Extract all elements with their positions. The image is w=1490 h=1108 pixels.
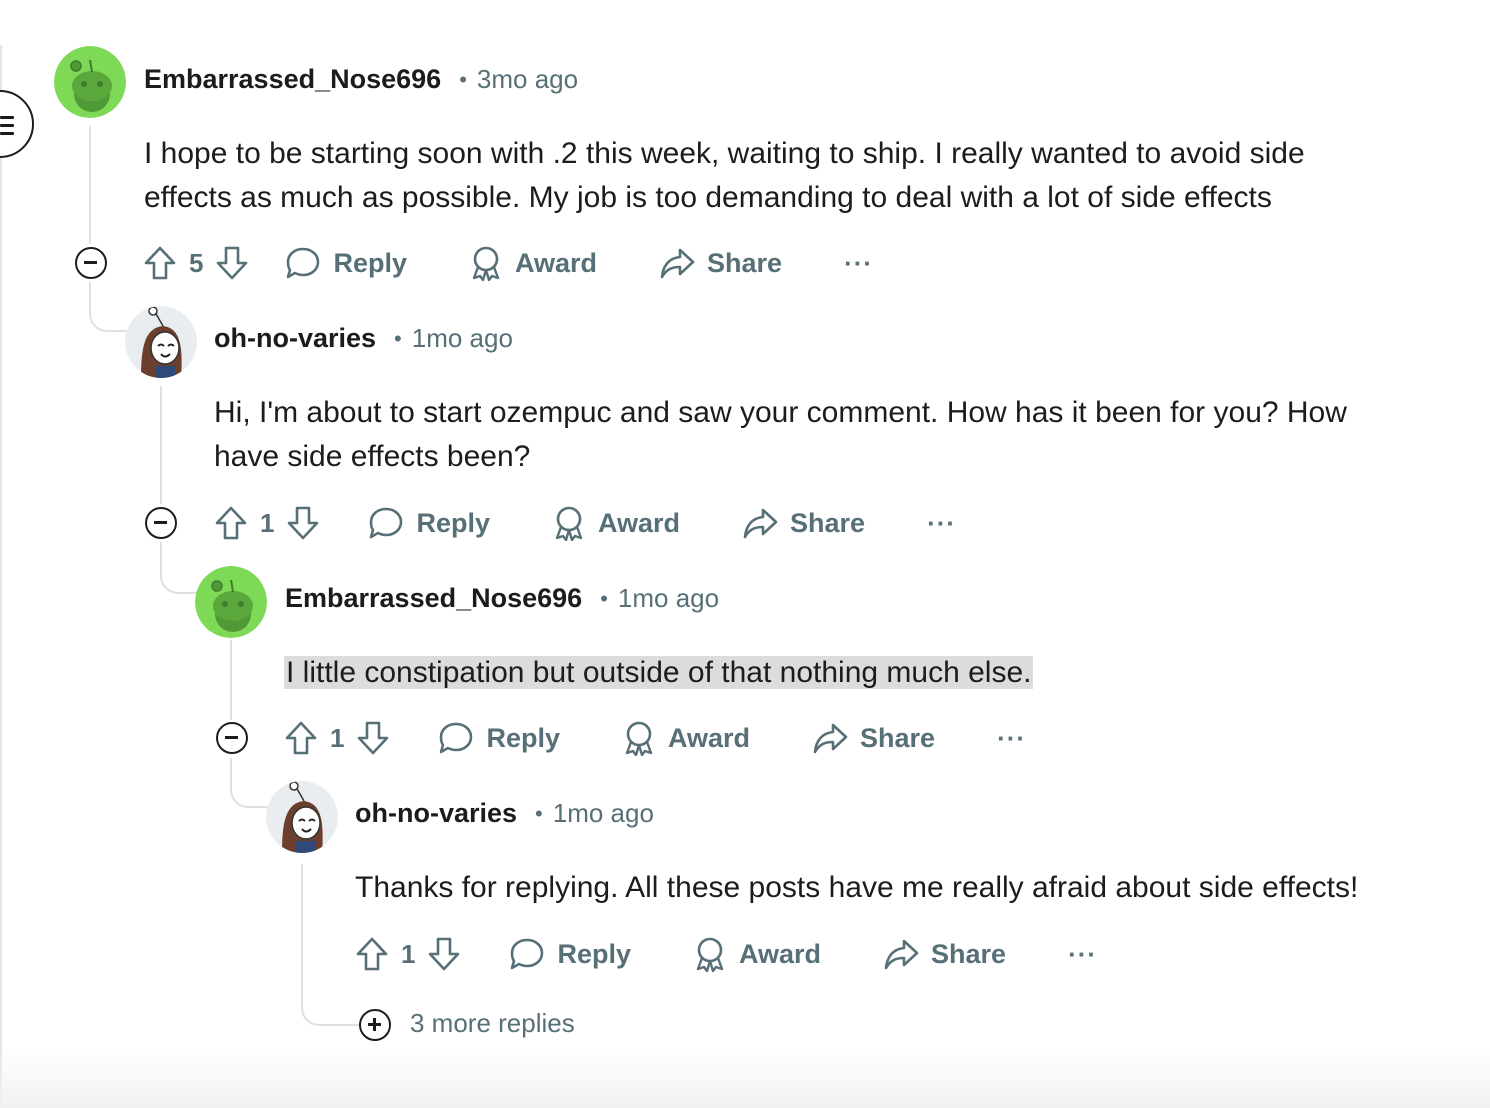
comment-text-line: Hi, I'm about to start ozempuc and saw y… (214, 396, 1347, 429)
reply-button[interactable]: Reply (509, 937, 631, 971)
comment-text-line: have side effects been? (214, 440, 531, 473)
reply-label: Reply (557, 938, 631, 969)
comment-text-line: effects as much as possible. My job is t… (144, 181, 1272, 214)
reply-label: Reply (486, 722, 560, 753)
downvote-icon[interactable] (286, 505, 320, 541)
vote-count: 1 (260, 507, 275, 538)
sidebar-toggle-button[interactable] (0, 90, 34, 158)
collapse-thread-button[interactable] (216, 722, 248, 754)
share-icon (812, 721, 848, 755)
comment-body: Thanks for replying. All these posts hav… (355, 866, 1358, 910)
share-icon (659, 246, 695, 280)
upvote-icon[interactable] (143, 245, 177, 281)
vote-count: 1 (401, 938, 416, 969)
reply-button[interactable]: Reply (285, 246, 407, 280)
downvote-icon[interactable] (215, 245, 249, 281)
comment-author[interactable]: oh-no-varies (214, 323, 376, 354)
avatar[interactable] (195, 566, 267, 638)
upvote-icon[interactable] (355, 936, 389, 972)
comment-body: Hi, I'm about to start ozempuc and saw y… (214, 391, 1347, 479)
award-icon (693, 936, 727, 972)
award-label: Award (598, 507, 681, 538)
comment-timestamp[interactable]: 1mo ago (553, 798, 654, 829)
award-icon (622, 720, 656, 756)
comment-timestamp[interactable]: 1mo ago (412, 323, 513, 354)
vote-count: 1 (330, 722, 345, 753)
comment-bubble-icon (438, 721, 474, 755)
avatar[interactable] (125, 306, 197, 378)
thread-connector (230, 758, 272, 808)
award-button[interactable]: Award (469, 245, 597, 281)
award-button[interactable]: Award (693, 936, 821, 972)
thread-connector (160, 542, 200, 594)
more-options-button[interactable]: ··· (927, 508, 956, 539)
comment-actions: 1 Reply Award Share ··· (284, 718, 1026, 758)
more-replies-link[interactable]: 3 more replies (410, 1008, 575, 1039)
thread-line (301, 864, 303, 964)
reply-label: Reply (333, 247, 407, 278)
comment-text-line: Thanks for replying. All these posts hav… (355, 871, 1359, 904)
collapse-thread-button[interactable] (145, 507, 177, 539)
share-label: Share (707, 247, 783, 278)
vote-count: 5 (189, 247, 204, 278)
comment-actions: 5 Reply Award Share ··· (143, 243, 873, 283)
reply-label: Reply (416, 507, 490, 538)
avatar[interactable] (266, 781, 338, 853)
thread-line (89, 126, 91, 244)
comment-bubble-icon (368, 506, 404, 540)
award-label: Award (668, 722, 751, 753)
collapse-thread-button[interactable] (75, 247, 107, 279)
downvote-icon[interactable] (356, 720, 390, 756)
share-button[interactable]: Share (812, 721, 935, 755)
comment-bubble-icon (509, 937, 545, 971)
thread-line (160, 386, 162, 504)
share-label: Share (790, 507, 866, 538)
meta-separator: • (394, 325, 402, 351)
downvote-icon[interactable] (427, 936, 461, 972)
more-options-button[interactable]: ··· (997, 723, 1026, 754)
meta-separator: • (535, 800, 543, 826)
left-edge-border (0, 45, 2, 1108)
upvote-icon[interactable] (214, 505, 248, 541)
award-label: Award (515, 247, 598, 278)
share-label: Share (931, 938, 1007, 969)
comment-author[interactable]: oh-no-varies (355, 798, 517, 829)
award-button[interactable]: Award (622, 720, 750, 756)
expand-replies-button[interactable] (359, 1009, 391, 1041)
share-button[interactable]: Share (659, 246, 782, 280)
bottom-fade (0, 1048, 1490, 1108)
upvote-icon[interactable] (284, 720, 318, 756)
comment-text-line: I hope to be starting soon with .2 this … (144, 137, 1305, 170)
comment-bubble-icon (285, 246, 321, 280)
meta-separator: • (459, 66, 467, 92)
thread-connector (301, 964, 361, 1026)
more-options-button[interactable]: ··· (1068, 939, 1097, 970)
meta-separator: • (600, 585, 608, 611)
highlighted-comment-text: I little constipation but outside of tha… (284, 656, 1034, 689)
thread-line (230, 640, 232, 720)
avatar[interactable] (54, 46, 126, 118)
reply-button[interactable]: Reply (368, 506, 490, 540)
comment-body: I little constipation but outside of tha… (284, 651, 1034, 695)
comment-body: I hope to be starting soon with .2 this … (144, 132, 1305, 220)
comment-author[interactable]: Embarrassed_Nose696 (144, 64, 441, 95)
share-icon (883, 937, 919, 971)
share-button[interactable]: Share (742, 506, 865, 540)
thread-connector (89, 282, 131, 332)
comment-actions: 1 Reply Award Share ··· (355, 934, 1097, 974)
award-icon (552, 505, 586, 541)
award-button[interactable]: Award (552, 505, 680, 541)
award-label: Award (739, 938, 822, 969)
share-label: Share (860, 722, 936, 753)
comment-actions: 1 Reply Award Share ··· (214, 503, 956, 543)
comment-timestamp[interactable]: 1mo ago (618, 583, 719, 614)
share-button[interactable]: Share (883, 937, 1006, 971)
comment-timestamp[interactable]: 3mo ago (477, 64, 578, 95)
more-options-button[interactable]: ··· (844, 248, 873, 279)
share-icon (742, 506, 778, 540)
reply-button[interactable]: Reply (438, 721, 560, 755)
comment-author[interactable]: Embarrassed_Nose696 (285, 583, 582, 614)
award-icon (469, 245, 503, 281)
